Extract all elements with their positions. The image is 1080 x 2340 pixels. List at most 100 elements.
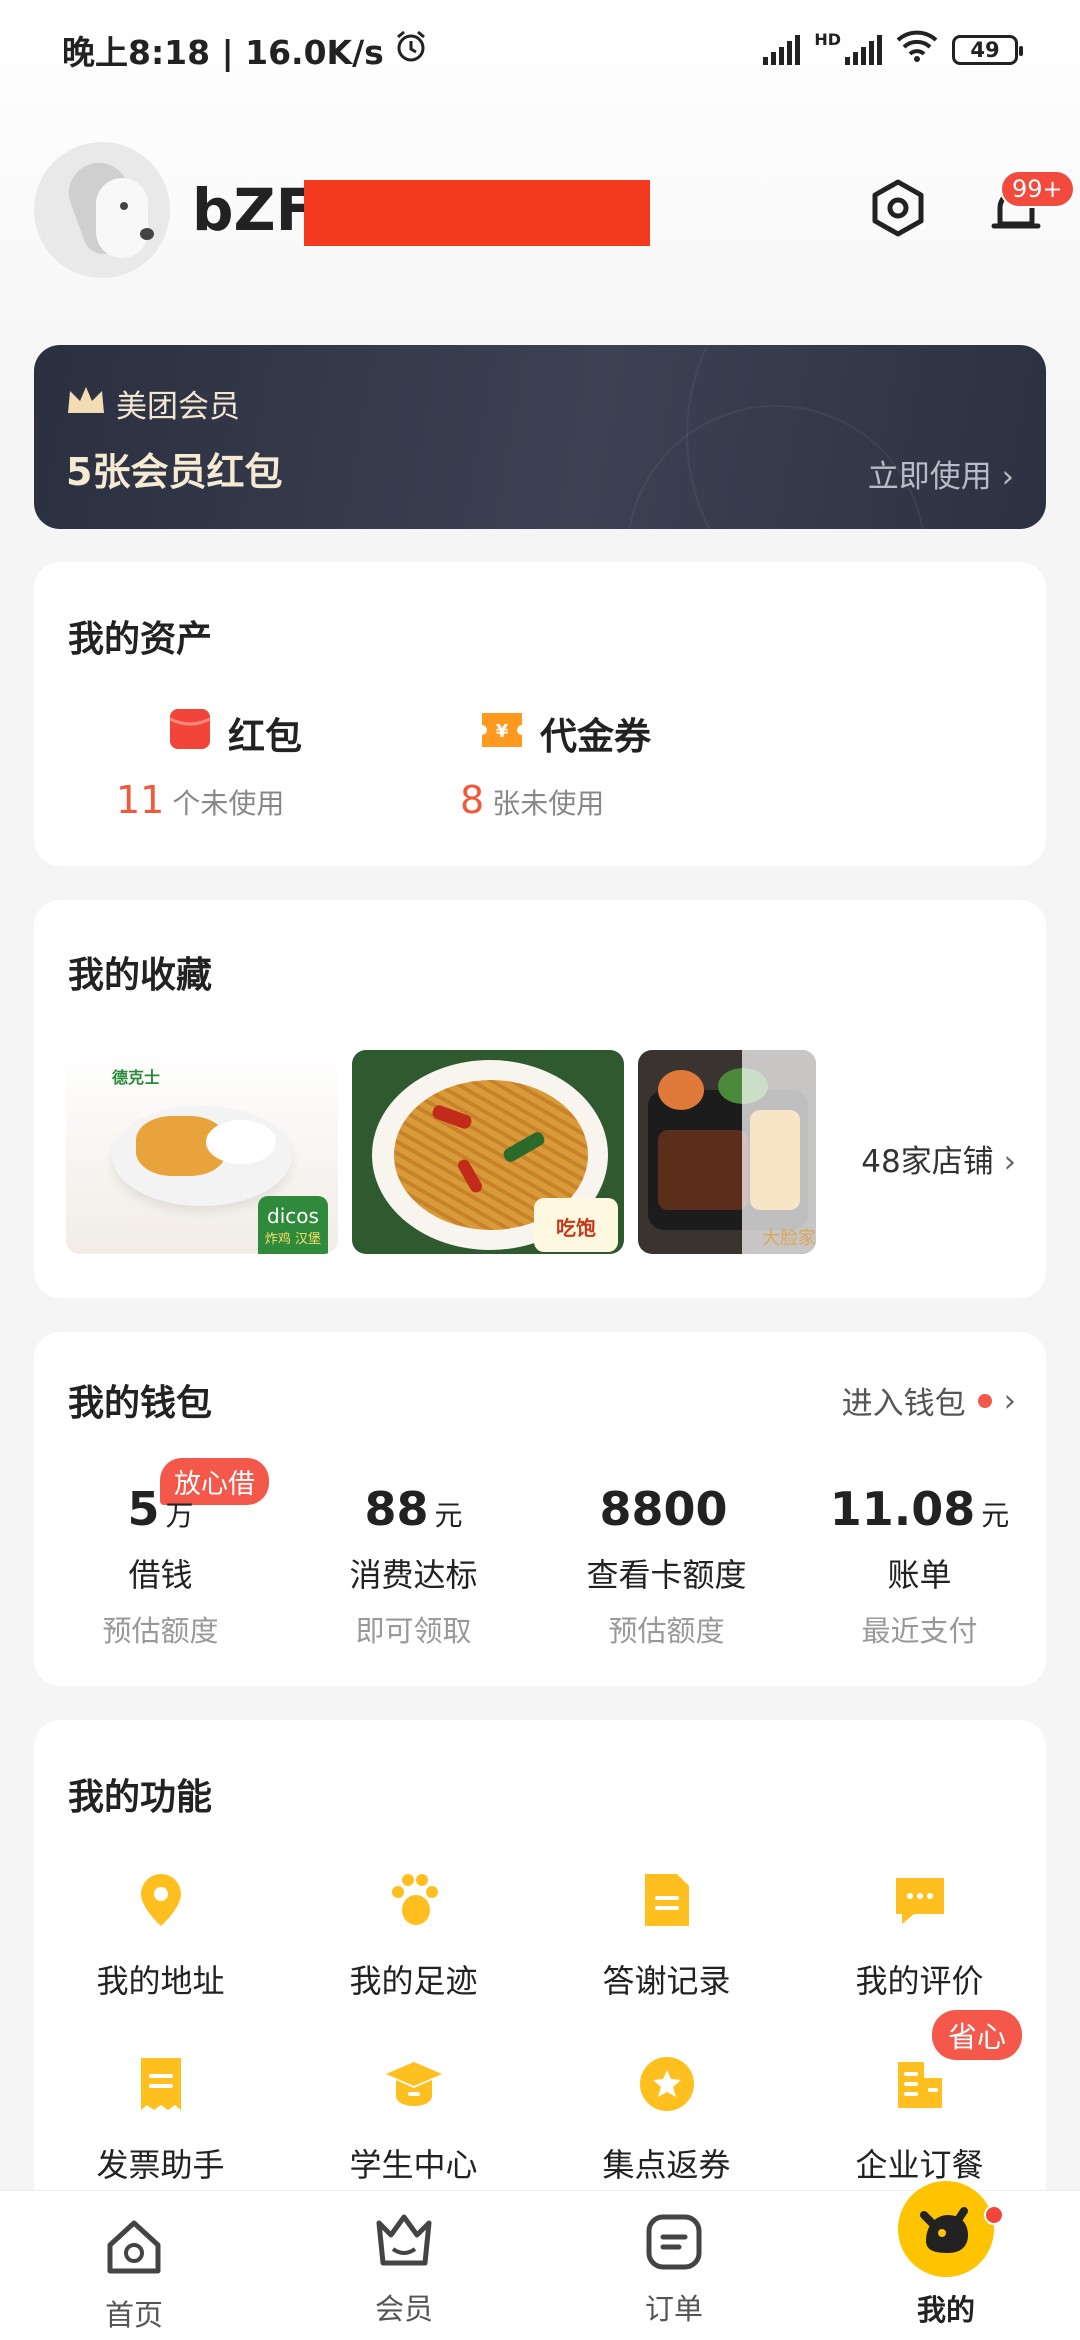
function-label: 发票助手 bbox=[96, 2146, 225, 2184]
enter-wallet-label: 进入钱包 bbox=[841, 1386, 966, 1422]
notification-badge: 99+ bbox=[1000, 170, 1075, 208]
status-bar: 晚上8:18 | 16.0K/s HD 49 bbox=[0, 0, 1080, 100]
nav-home[interactable]: 首页 bbox=[44, 2217, 224, 2334]
function-label: 答谢记录 bbox=[602, 1962, 731, 2000]
hd-label: HD bbox=[814, 30, 841, 49]
voucher-desc: 张未使用 bbox=[492, 787, 605, 820]
wallet-loan-value: 5 bbox=[127, 1482, 160, 1536]
favorite-store-count: 48家店铺 bbox=[861, 1144, 994, 1180]
red-packet-desc: 个未使用 bbox=[172, 787, 285, 820]
function-label: 企业订餐 bbox=[855, 2146, 984, 2184]
red-packet-count: 11 bbox=[116, 778, 165, 822]
nav-mine-icon-bg[interactable] bbox=[898, 2181, 994, 2277]
favorites-card: 我的收藏 德克士 dicos 炸鸡 汉堡 吃饱 大脸家 48家店铺 › bbox=[34, 900, 1046, 1298]
red-packet-asset[interactable]: 红包 11 个未使用 bbox=[116, 706, 302, 822]
function-label: 集点返券 bbox=[602, 2146, 731, 2184]
wallet-bill-sub: 最近支付 bbox=[861, 1614, 978, 1648]
favorite-thumb-beef[interactable]: 大脸家 bbox=[638, 1050, 816, 1254]
favorite-thumb-noodles[interactable]: 吃饱 bbox=[352, 1050, 624, 1254]
enterprise-save-tag: 省心 bbox=[932, 2010, 1023, 2060]
home-mascot-icon bbox=[107, 2220, 161, 2274]
red-dot-indicator bbox=[977, 1393, 992, 1408]
chevron-right-icon: › bbox=[1001, 459, 1014, 495]
favorite-stores-link[interactable]: 48家店铺 › bbox=[861, 1136, 1016, 1181]
paw-print-icon bbox=[391, 1874, 438, 1925]
functions-card: 我的功能 我的地址 我的足迹 答谢记录 我的评价 发票助手 学生中心 集点返券 … bbox=[34, 1720, 1046, 2240]
member-crown-icon bbox=[376, 2214, 432, 2266]
avatar[interactable] bbox=[34, 142, 170, 278]
star-coin-icon bbox=[639, 2057, 694, 2111]
svg-text:¥: ¥ bbox=[496, 721, 509, 742]
wallet-card: 我的钱包 进入钱包 › 放心借 5万 借钱 预估额度 88 元 消费达标 即可领取… bbox=[34, 1332, 1046, 1686]
nav-home-label: 首页 bbox=[104, 2298, 163, 2332]
function-label: 我的评价 bbox=[855, 1962, 984, 2000]
settings-button[interactable] bbox=[866, 176, 930, 240]
battery-level: 49 bbox=[970, 38, 1000, 62]
dicos-sub-text: 炸鸡 汉堡 bbox=[264, 1232, 322, 1247]
chevron-right-icon: › bbox=[1003, 1382, 1016, 1419]
wallet-spend-unit: 元 bbox=[434, 1499, 463, 1532]
member-banner[interactable]: 美团会员 5张会员红包 立即使用 › bbox=[34, 345, 1046, 529]
wallet-bill-value: 11.08 bbox=[829, 1482, 976, 1536]
redacted-block bbox=[304, 180, 650, 246]
voucher-icon: ¥ bbox=[480, 707, 524, 760]
wallet-loan[interactable]: 5万 借钱 预估额度 bbox=[34, 1482, 287, 1650]
wallet-card-sub: 预估额度 bbox=[608, 1614, 725, 1648]
nav-orders[interactable]: 订单 bbox=[584, 2213, 764, 2328]
wallet-title: 我的钱包 bbox=[68, 1383, 213, 1424]
crown-icon bbox=[68, 387, 104, 413]
wallet-bill[interactable]: 11.08 元 账单 最近支付 bbox=[793, 1482, 1046, 1650]
nav-mine-label: 我的 bbox=[916, 2293, 975, 2327]
battery-icon: 49 bbox=[952, 35, 1023, 65]
function-points-coupons[interactable]: 集点返券 bbox=[540, 2054, 793, 2186]
mine-mascot-icon bbox=[920, 2207, 968, 2253]
document-icon bbox=[644, 1874, 689, 1926]
favorite-thumb-dicos[interactable]: 德克士 dicos 炸鸡 汉堡 bbox=[66, 1050, 338, 1254]
function-my-footprint[interactable]: 我的足迹 bbox=[287, 1870, 540, 2002]
wallet-loan-sub: 预估额度 bbox=[102, 1614, 219, 1648]
function-label: 我的地址 bbox=[96, 1962, 225, 2000]
wallet-card-label: 查看卡额度 bbox=[586, 1556, 747, 1594]
alarm-icon bbox=[394, 29, 428, 71]
function-my-reviews[interactable]: 我的评价 bbox=[793, 1870, 1046, 2002]
signal-icon-2 bbox=[845, 35, 882, 65]
wallet-loan-unit: 万 bbox=[165, 1499, 194, 1532]
function-enterprise-dining[interactable]: 企业订餐 bbox=[793, 2054, 1046, 2186]
nav-member[interactable]: 会员 bbox=[314, 2209, 494, 2328]
voucher-asset[interactable]: ¥ 代金券 8 张未使用 bbox=[460, 706, 651, 822]
function-label: 学生中心 bbox=[349, 2146, 478, 2184]
function-student-center[interactable]: 学生中心 bbox=[287, 2054, 540, 2186]
nav-mine-red-dot bbox=[984, 2205, 1004, 2225]
nav-orders-label: 订单 bbox=[644, 2292, 703, 2326]
member-use-now-link[interactable]: 立即使用 › bbox=[868, 451, 1014, 496]
voucher-label: 代金券 bbox=[540, 715, 651, 758]
dicos-brand-text: 德克士 bbox=[112, 1068, 161, 1087]
settings-icon bbox=[872, 179, 924, 237]
function-my-address[interactable]: 我的地址 bbox=[34, 1870, 287, 2002]
assets-title: 我的资产 bbox=[68, 619, 213, 660]
function-thanks-record[interactable]: 答谢记录 bbox=[540, 1870, 793, 2002]
wallet-spend-value: 88 bbox=[364, 1482, 429, 1536]
dicos-logo-text: dicos bbox=[267, 1204, 319, 1228]
wallet-spend-sub: 即可领取 bbox=[355, 1614, 472, 1648]
function-label: 我的足迹 bbox=[349, 1962, 478, 2000]
wallet-card-limit[interactable]: 8800 查看卡额度 预估额度 bbox=[540, 1482, 793, 1650]
favorites-title: 我的收藏 bbox=[68, 955, 213, 996]
function-invoice-assistant[interactable]: 发票助手 bbox=[34, 2054, 287, 2186]
order-icon bbox=[646, 2214, 702, 2270]
enter-wallet-link[interactable]: 进入钱包 › bbox=[842, 1378, 1016, 1423]
nav-mine[interactable]: 我的 bbox=[856, 2287, 1036, 2329]
wallet-loan-label: 借钱 bbox=[128, 1556, 193, 1594]
assets-card: 我的资产 红包 11 个未使用 ¥ 代金券 8 张未使用 bbox=[34, 562, 1046, 866]
red-packet-icon bbox=[168, 707, 212, 760]
chevron-right-icon: › bbox=[1003, 1144, 1016, 1180]
location-pin-icon bbox=[140, 1874, 181, 1926]
status-time: 晚上8:18 | 16.0K/s bbox=[62, 33, 384, 72]
noodle-shop-logo: 吃饱 bbox=[534, 1198, 618, 1252]
wallet-spend-label: 消费达标 bbox=[349, 1556, 478, 1594]
username[interactable]: bZF bbox=[192, 176, 315, 244]
functions-title: 我的功能 bbox=[68, 1777, 213, 1818]
bottom-navigation: 首页 会员 订单 我的 bbox=[0, 2181, 1080, 2340]
wallet-spend-reward[interactable]: 88 元 消费达标 即可领取 bbox=[287, 1482, 540, 1650]
member-label: 美团会员 bbox=[116, 389, 240, 425]
